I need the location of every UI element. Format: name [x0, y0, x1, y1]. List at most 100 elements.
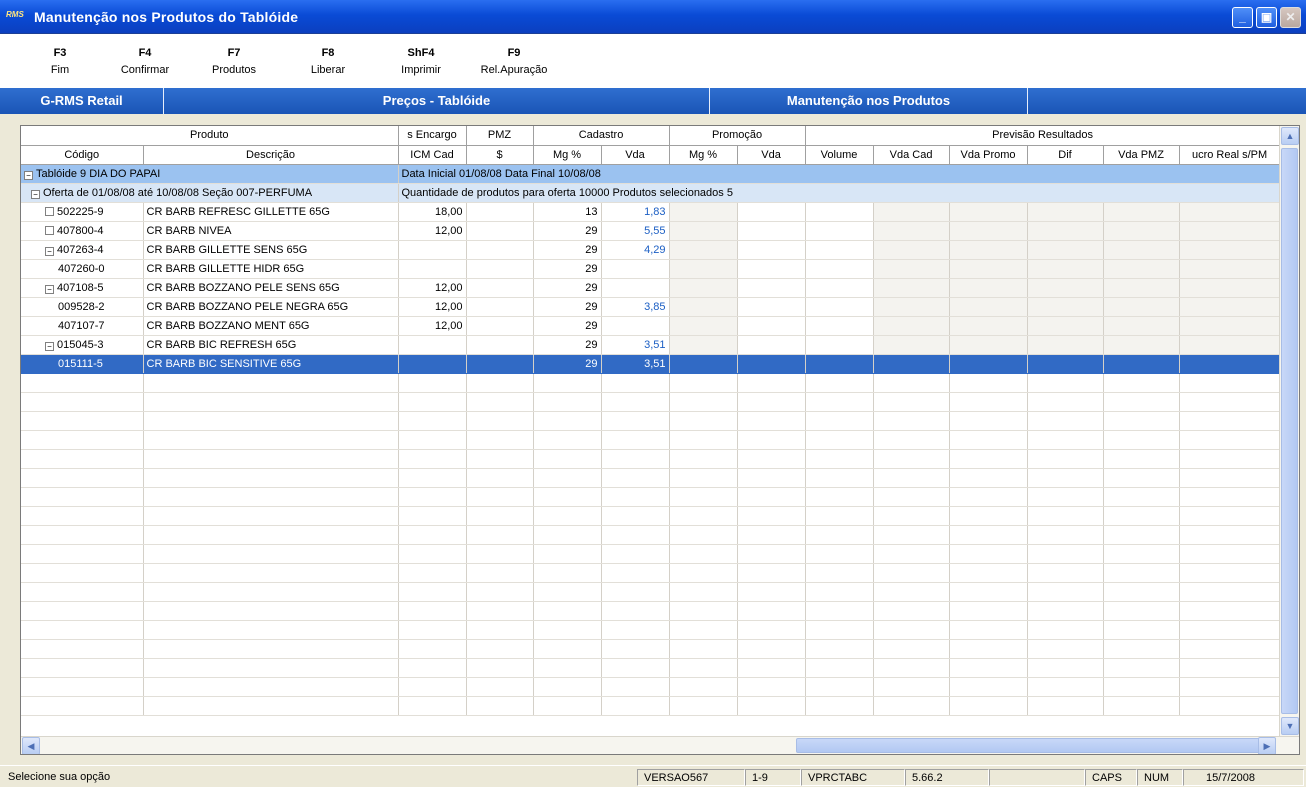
close-button[interactable]: ✕ [1280, 7, 1301, 28]
col-cad-mg[interactable]: Mg % [533, 145, 602, 165]
volume-cell[interactable] [805, 316, 874, 336]
status-page: 1-9 [745, 769, 801, 786]
product-row[interactable]: 407800-4 CR BARB NIVEA 12,00 29 5,55 [21, 221, 1281, 241]
vertical-scrollbar[interactable]: ▲ ▼ [1279, 126, 1299, 736]
promo-vda-cell[interactable] [737, 297, 806, 317]
vda-pmz-cell [1103, 221, 1180, 241]
volume-cell[interactable] [805, 259, 874, 279]
codigo-cell[interactable]: 407800-4 [21, 221, 144, 241]
scroll-left-icon[interactable]: ◀ [22, 737, 40, 754]
header-previsao[interactable]: Previsão Resultados [805, 126, 1281, 146]
codigo-cell[interactable]: 009528-2 [21, 297, 144, 317]
codigo-cell[interactable]: −015045-3 [21, 335, 144, 355]
product-row[interactable]: 407260-0 CR BARB GILLETTE HIDR 65G 29 [21, 259, 1281, 279]
product-row[interactable]: 502225-9 CR BARB REFRESC GILLETTE 65G 18,0… [21, 202, 1281, 222]
fkey-confirmar[interactable]: F4 Confirmar [112, 47, 178, 76]
empty-cell [1179, 582, 1281, 602]
volume-cell[interactable] [805, 240, 874, 260]
collapse-icon[interactable]: − [45, 284, 54, 294]
collapse-icon[interactable]: − [31, 189, 40, 199]
col-promo-mg[interactable]: Mg % [669, 145, 738, 165]
product-row[interactable]: −407263-4 CR BARB GILLETTE SENS 65G 29 4,29 [21, 240, 1281, 260]
col-dif[interactable]: Dif [1027, 145, 1104, 165]
volume-cell[interactable] [805, 354, 874, 374]
products-grid[interactable]: Produto s Encargo PMZ Cadastro Promoção … [20, 125, 1300, 755]
fkey-liberar[interactable]: F8 Liberar [302, 47, 354, 76]
volume-cell[interactable] [805, 297, 874, 317]
promo-vda-cell[interactable] [737, 202, 806, 222]
header-cadastro[interactable]: Cadastro [533, 126, 670, 146]
promo-mg-cell[interactable] [669, 297, 738, 317]
codigo-cell[interactable]: −407263-4 [21, 240, 144, 260]
col-codigo[interactable]: Código [21, 145, 144, 165]
scroll-down-icon[interactable]: ▼ [1281, 717, 1299, 735]
volume-cell[interactable] [805, 278, 874, 298]
promo-vda-cell[interactable] [737, 240, 806, 260]
fkey-imprimir[interactable]: ShF4 Imprimir [392, 47, 450, 76]
promo-vda-cell[interactable] [737, 278, 806, 298]
promo-mg-cell[interactable] [669, 335, 738, 355]
scroll-right-icon[interactable]: ▶ [1258, 737, 1276, 754]
restore-button[interactable]: ▣ [1256, 7, 1277, 28]
tabloide-row[interactable]: − Tablóide 9 DIA DO PAPAI Data Inicial 01… [21, 164, 1281, 184]
codigo-cell[interactable]: 502225-9 [21, 202, 144, 222]
header-promocao[interactable]: Promoção [669, 126, 806, 146]
empty-cell [1027, 620, 1104, 640]
collapse-icon[interactable]: − [24, 170, 33, 180]
promo-vda-cell[interactable] [737, 354, 806, 374]
product-row[interactable]: −015045-3 CR BARB BIC REFRESH 65G 29 3,51 [21, 335, 1281, 355]
col-pmz-unit[interactable]: $ [466, 145, 534, 165]
fkey-produtos[interactable]: F7 Produtos [204, 47, 264, 76]
header-produto[interactable]: Produto [21, 126, 399, 146]
fkey-rel-apuracao[interactable]: F9 Rel.Apuração [470, 47, 558, 76]
promo-mg-cell[interactable] [669, 240, 738, 260]
scroll-up-icon[interactable]: ▲ [1281, 127, 1299, 145]
promo-vda-cell[interactable] [737, 259, 806, 279]
promo-mg-cell[interactable] [669, 221, 738, 241]
codigo-cell[interactable]: 407260-0 [21, 259, 144, 279]
codigo-cell[interactable]: 407107-7 [21, 316, 144, 336]
col-cad-vda[interactable]: Vda [601, 145, 670, 165]
codigo-cell[interactable]: −407108-5 [21, 278, 144, 298]
product-row[interactable]: 009528-2 CR BARB BOZZANO PELE NEGRA 65G 12… [21, 297, 1281, 317]
col-vda-cad[interactable]: Vda Cad [873, 145, 950, 165]
header-encargo[interactable]: s Encargo [398, 126, 467, 146]
volume-cell[interactable] [805, 202, 874, 222]
codigo-cell[interactable]: 015111-5 [21, 354, 144, 374]
oferta-row[interactable]: − Oferta de 01/08/08 até 10/08/08 Seção 0… [21, 183, 1281, 203]
checkbox-icon[interactable] [45, 225, 54, 235]
promo-mg-cell[interactable] [669, 259, 738, 279]
promo-mg-cell[interactable] [669, 278, 738, 298]
product-row[interactable]: 407107-7 CR BARB BOZZANO MENT 65G 12,00 29 [21, 316, 1281, 336]
collapse-icon[interactable]: − [45, 246, 54, 256]
col-volume[interactable]: Volume [805, 145, 874, 165]
horizontal-scrollbar[interactable]: ◀ ▶ [21, 736, 1299, 754]
empty-cell [737, 563, 806, 583]
product-row[interactable]: 015111-5 CR BARB BIC SENSITIVE 65G 29 3,51 [21, 354, 1281, 374]
fkey-fim[interactable]: F3 Fim [40, 47, 80, 76]
scroll-thumb[interactable] [1281, 148, 1298, 714]
title-bar: RMS Manutenção nos Produtos do Tablóide … [0, 0, 1306, 34]
promo-vda-cell[interactable] [737, 335, 806, 355]
promo-vda-cell[interactable] [737, 221, 806, 241]
collapse-icon[interactable]: − [45, 341, 54, 351]
col-descricao[interactable]: Descrição [143, 145, 399, 165]
promo-mg-cell[interactable] [669, 202, 738, 222]
checkbox-icon[interactable] [45, 206, 54, 216]
scroll-thumb[interactable] [796, 738, 1260, 753]
promo-vda-cell[interactable] [737, 316, 806, 336]
col-promo-vda[interactable]: Vda [737, 145, 806, 165]
product-row[interactable]: −407108-5 CR BARB BOZZANO PELE SENS 65G 12… [21, 278, 1281, 298]
header-pmz[interactable]: PMZ [466, 126, 534, 146]
col-icm-cad[interactable]: ICM Cad [398, 145, 467, 165]
minimize-button[interactable]: _ [1232, 7, 1253, 28]
empty-cell [669, 487, 738, 507]
col-vda-pmz[interactable]: Vda PMZ [1103, 145, 1180, 165]
volume-cell[interactable] [805, 335, 874, 355]
volume-cell[interactable] [805, 221, 874, 241]
col-lucro[interactable]: ucro Real s/PM [1179, 145, 1281, 165]
empty-cell [949, 563, 1028, 583]
col-vda-promo[interactable]: Vda Promo [949, 145, 1028, 165]
promo-mg-cell[interactable] [669, 354, 738, 374]
promo-mg-cell[interactable] [669, 316, 738, 336]
